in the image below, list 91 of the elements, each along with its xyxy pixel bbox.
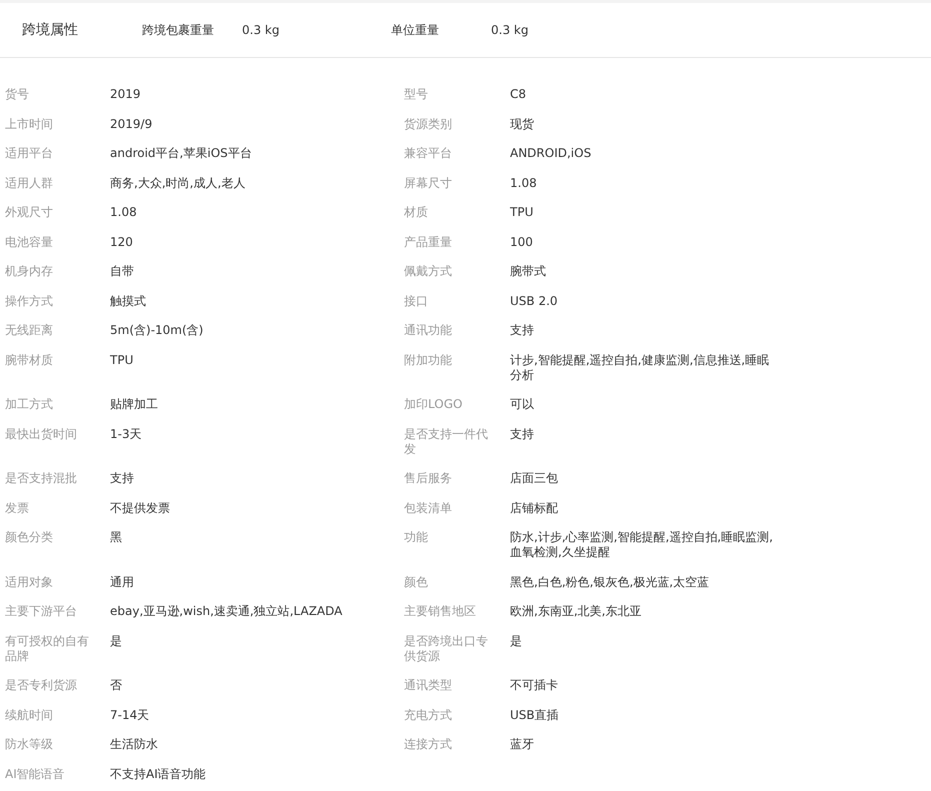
attribute-value: 否 <box>110 677 123 694</box>
attribute-value: ANDROID,iOS <box>510 145 592 162</box>
attribute-label: 适用人群 <box>5 174 54 192</box>
attribute-label: AI智能语音 <box>5 766 66 782</box>
attribute-label: 连接方式 <box>404 736 453 753</box>
attribute-value: 支持 <box>510 322 535 339</box>
attribute-value: 0.3 kg <box>491 23 530 37</box>
attribute-value: 计步,智能提醒,遥控自拍,健康监测,信息推送,睡眠分析 <box>510 352 770 384</box>
attribute-label: 货源类别 <box>404 116 453 132</box>
attribute-label: 是否支持混批 <box>5 470 78 487</box>
attribute-label: 是否专利货源 <box>5 677 78 694</box>
attribute-label: 货号 <box>5 86 30 103</box>
attribute-label: 上市时间 <box>5 116 54 132</box>
attribute-value: 1-3天 <box>110 426 143 442</box>
attribute-label: 续航时间 <box>5 706 54 724</box>
attribute-label: 佩戴方式 <box>404 263 453 280</box>
attribute-value: TPU <box>110 352 134 368</box>
attribute-label: 防水等级 <box>5 736 54 753</box>
attribute-value: 贴牌加工 <box>110 396 159 413</box>
attribute-label: 电池容量 <box>5 234 54 250</box>
attribute-label: 是否支持一件代发 <box>404 426 489 458</box>
attribute-value: 不提供发票 <box>110 500 171 516</box>
attribute-label: 通讯类型 <box>404 677 453 694</box>
attribute-label: 充电方式 <box>404 706 453 724</box>
attribute-label: 加工方式 <box>5 396 54 413</box>
attribute-value: ebay,亚马逊,wish,速卖通,独立站,LAZADA <box>110 603 344 620</box>
attribute-value: 2019/9 <box>110 116 154 132</box>
attribute-label: 最快出货时间 <box>5 426 78 442</box>
attribute-value: 100 <box>510 234 534 250</box>
attribute-value: 支持 <box>510 426 535 442</box>
attribute-value: 现货 <box>510 116 535 132</box>
attribute-value: 防水,计步,心率监测,智能提醒,遥控自拍,睡眠监测,血氧检测,久坐提醒 <box>510 529 774 561</box>
attribute-value: 黑色,白色,粉色,银灰色,极光蓝,太空蓝 <box>510 574 710 590</box>
attribute-label: 材质 <box>404 204 429 221</box>
attribute-label: 无线距离 <box>5 322 54 339</box>
attribute-value: 120 <box>110 234 134 250</box>
attribute-value: 1.08 <box>510 174 538 192</box>
attribute-value: 店铺标配 <box>510 500 559 516</box>
attribute-value: 蓝牙 <box>510 736 535 753</box>
attribute-label: 单位重量 <box>391 22 440 38</box>
attribute-label: 包装清单 <box>404 500 453 516</box>
attribute-label: 主要下游平台 <box>5 603 78 620</box>
attribute-value: TPU <box>510 204 534 221</box>
attribute-value: 自带 <box>110 263 135 280</box>
attribute-label: 主要销售地区 <box>404 603 477 620</box>
attribute-label: 有可授权的自有品牌 <box>5 632 90 664</box>
attribute-label: 是否跨境出口专供货源 <box>404 632 489 664</box>
attribute-value: 商务,大众,时尚,成人,老人 <box>110 174 246 192</box>
attribute-label: 型号 <box>404 86 429 103</box>
attribute-label: 颜色分类 <box>5 529 54 546</box>
attribute-value: android平台,苹果iOS平台 <box>110 145 253 162</box>
attribute-value: 0.3 kg <box>242 23 280 37</box>
attribute-value: 5m(含)-10m(含) <box>110 322 204 339</box>
attribute-value: USB直插 <box>510 706 560 724</box>
attribute-label: 适用对象 <box>5 574 54 590</box>
attribute-label: 功能 <box>404 529 429 546</box>
attribute-label: 发票 <box>5 500 30 516</box>
attribute-label: 接口 <box>404 292 429 310</box>
attribute-value: 店面三包 <box>510 470 559 487</box>
attribute-value: 支持 <box>110 470 135 487</box>
attribute-value: 可以 <box>510 396 535 413</box>
attribute-value: 触摸式 <box>110 292 147 310</box>
attribute-label: 屏幕尺寸 <box>404 174 453 192</box>
attribute-value: 不支持AI语音功能 <box>110 766 207 782</box>
section-title: 跨境属性 <box>22 21 79 39</box>
attribute-value: USB 2.0 <box>510 292 559 310</box>
attribute-value: 2019 <box>110 86 142 103</box>
attribute-label: 跨境包裹重量 <box>142 22 215 38</box>
attribute-label: 颜色 <box>404 574 429 590</box>
attribute-value: 通用 <box>110 574 135 590</box>
attribute-label: 外观尺寸 <box>5 204 54 221</box>
attribute-value: 欧洲,东南亚,北美,东北亚 <box>510 603 642 620</box>
attribute-value: 生活防水 <box>110 736 159 753</box>
attribute-value: 1.08 <box>110 204 138 221</box>
attribute-label: 兼容平台 <box>404 145 453 162</box>
attribute-label: 适用平台 <box>5 145 54 162</box>
attribute-label: 通讯功能 <box>404 322 453 339</box>
attribute-label: 附加功能 <box>404 352 453 368</box>
attribute-label: 机身内存 <box>5 263 54 280</box>
attribute-label: 操作方式 <box>5 292 54 310</box>
attribute-value: 不可插卡 <box>510 677 559 694</box>
attribute-value: 是 <box>110 632 123 650</box>
attribute-label: 加印LOGO <box>404 396 464 413</box>
attribute-value: C8 <box>510 86 528 103</box>
attribute-value: 黑 <box>110 529 123 546</box>
attribute-value: 腕带式 <box>510 263 547 280</box>
attribute-label: 产品重量 <box>404 234 453 250</box>
attribute-label: 售后服务 <box>404 470 453 487</box>
attribute-value: 7-14天 <box>110 706 150 724</box>
attribute-value: 是 <box>510 632 523 650</box>
attribute-label: 腕带材质 <box>5 352 54 368</box>
